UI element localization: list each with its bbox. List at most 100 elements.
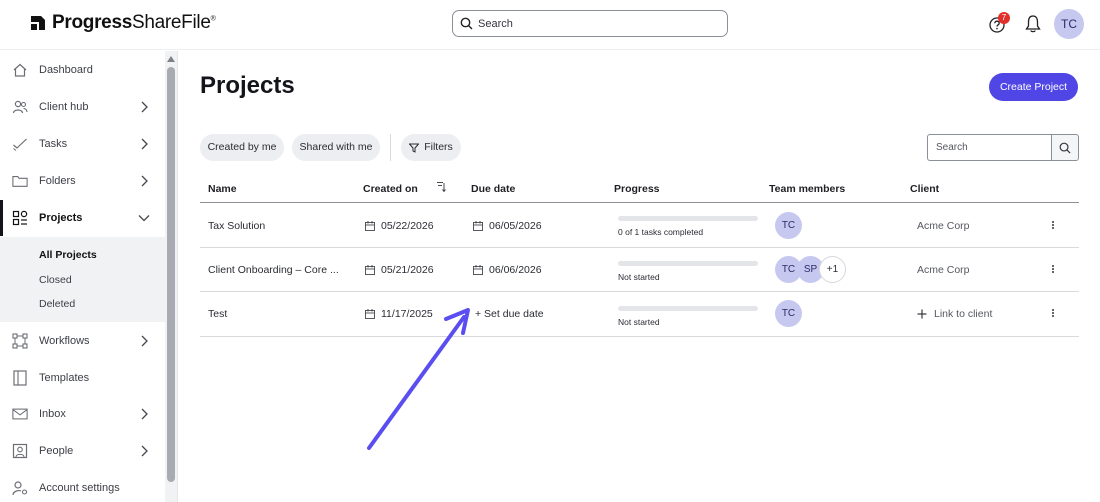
logo[interactable]: ProgressShareFile®: [28, 12, 216, 34]
progress-text: 0 of 1 tasks completed: [618, 227, 704, 237]
sidebar-item-label: People: [39, 445, 74, 457]
mail-icon: [12, 406, 28, 422]
sidebar-item-label: Templates: [39, 372, 90, 384]
sidebar-item-label: Projects: [39, 212, 83, 224]
chevron-down-icon: [138, 215, 150, 222]
column-header-name[interactable]: Name: [208, 183, 237, 195]
sidebar-item-people[interactable]: People: [0, 433, 165, 469]
subnav-all-projects[interactable]: All Projects: [39, 249, 97, 261]
plus-icon: [917, 309, 927, 319]
calendar-icon: [473, 265, 483, 275]
due-date[interactable]: 06/06/2026: [489, 264, 542, 276]
calendar-icon: [365, 265, 375, 275]
user-avatar[interactable]: TC: [1054, 9, 1084, 39]
sidebar-item-label: Workflows: [39, 335, 90, 347]
client-name[interactable]: Acme Corp: [917, 220, 970, 232]
created-by-me-chip[interactable]: Created by me: [200, 134, 284, 161]
chevron-right-icon: [141, 175, 148, 187]
chevron-right-icon: [141, 138, 148, 150]
logo-text: ProgressShareFile®: [52, 12, 216, 33]
project-name[interactable]: Test: [208, 308, 227, 320]
filter-icon: [409, 143, 420, 153]
check-icon: [12, 136, 28, 152]
notification-badge: 7: [998, 12, 1010, 24]
link-to-client-label: Link to client: [934, 308, 993, 320]
sidebar-item-folders[interactable]: Folders: [0, 163, 165, 199]
column-header-progress[interactable]: Progress: [614, 183, 660, 195]
more-options-icon[interactable]: [1051, 308, 1055, 320]
set-due-date-link[interactable]: + Set due date: [475, 308, 544, 320]
search-icon: [460, 17, 473, 30]
sort-icon[interactable]: [436, 181, 446, 192]
filters-button[interactable]: Filters: [401, 134, 461, 161]
sidebar-item-label: Account settings: [39, 482, 120, 494]
calendar-icon: [473, 221, 483, 231]
chevron-right-icon: [141, 335, 148, 347]
sidebar-item-workflows[interactable]: Workflows: [0, 323, 165, 359]
table-search-input[interactable]: Search: [927, 134, 1051, 161]
sidebar-item-dashboard[interactable]: Dashboard: [0, 52, 165, 88]
create-project-button[interactable]: Create Project: [989, 73, 1078, 101]
progress-bar: [618, 261, 758, 266]
scroll-up-icon[interactable]: [167, 56, 175, 62]
progress-logo-icon: [31, 16, 45, 30]
progress-text: Not started: [618, 272, 660, 282]
column-header-client[interactable]: Client: [910, 183, 939, 195]
sidebar-item-inbox[interactable]: Inbox: [0, 396, 165, 432]
sidebar-item-label: Client hub: [39, 101, 89, 113]
shared-with-me-chip[interactable]: Shared with me: [292, 134, 380, 161]
global-search-input[interactable]: Search: [452, 10, 728, 37]
row-divider: [200, 247, 1079, 248]
column-header-due-date[interactable]: Due date: [471, 183, 515, 195]
template-icon: [12, 370, 28, 386]
sidebar-item-label: Tasks: [39, 138, 68, 150]
subnav-deleted[interactable]: Deleted: [39, 298, 75, 310]
bell-icon[interactable]: [1024, 14, 1042, 34]
link-to-client-button[interactable]: Link to client: [917, 308, 992, 320]
client-name[interactable]: Acme Corp: [917, 264, 970, 276]
member-avatar[interactable]: TC: [775, 300, 802, 327]
sidebar-item-projects[interactable]: Projects: [0, 200, 165, 236]
sidebar-item-tasks[interactable]: Tasks: [0, 126, 165, 162]
global-search-placeholder: Search: [478, 17, 513, 30]
chevron-right-icon: [141, 408, 148, 420]
folder-icon: [12, 173, 28, 189]
sidebar-item-account-settings[interactable]: Account settings: [0, 470, 165, 502]
person-icon: [12, 443, 28, 459]
home-icon: [12, 62, 28, 78]
chevron-right-icon: [141, 101, 148, 113]
more-options-icon[interactable]: [1051, 220, 1055, 232]
more-options-icon[interactable]: [1051, 264, 1055, 276]
scrollbar-thumb[interactable]: [167, 67, 175, 482]
column-header-team-members[interactable]: Team members: [769, 183, 845, 195]
progress-bar: [618, 306, 758, 311]
member-avatar[interactable]: TC: [775, 212, 802, 239]
settings-person-icon: [12, 480, 28, 496]
column-header-created-on[interactable]: Created on: [363, 183, 418, 195]
due-date[interactable]: 06/05/2026: [489, 220, 542, 232]
chip-divider: [390, 134, 391, 161]
sidebar-item-label: Folders: [39, 175, 76, 187]
grid-icon: [12, 210, 28, 226]
progress-bar: [618, 216, 758, 221]
sidebar-item-client-hub[interactable]: Client hub: [0, 89, 165, 125]
filters-label: Filters: [424, 141, 453, 153]
search-icon: [1059, 142, 1071, 154]
workflow-icon: [12, 333, 28, 349]
annotation-arrow-icon: [367, 308, 470, 450]
project-name[interactable]: Client Onboarding – Core ...: [208, 264, 339, 276]
more-members-badge[interactable]: +1: [819, 256, 846, 283]
table-header-divider: [200, 202, 1079, 203]
sidebar-item-templates[interactable]: Templates: [0, 360, 165, 396]
row-divider: [200, 291, 1079, 292]
created-on: 05/21/2026: [381, 264, 434, 276]
row-divider: [200, 336, 1079, 337]
project-name[interactable]: Tax Solution: [208, 220, 265, 232]
chevron-right-icon: [141, 445, 148, 457]
top-bar: ProgressShareFile® Search 7 TC: [0, 0, 1100, 50]
subnav-closed[interactable]: Closed: [39, 274, 72, 286]
created-on: 05/22/2026: [381, 220, 434, 232]
table-search-button[interactable]: [1051, 134, 1079, 161]
people-icon: [12, 99, 28, 115]
calendar-icon: [365, 221, 375, 231]
